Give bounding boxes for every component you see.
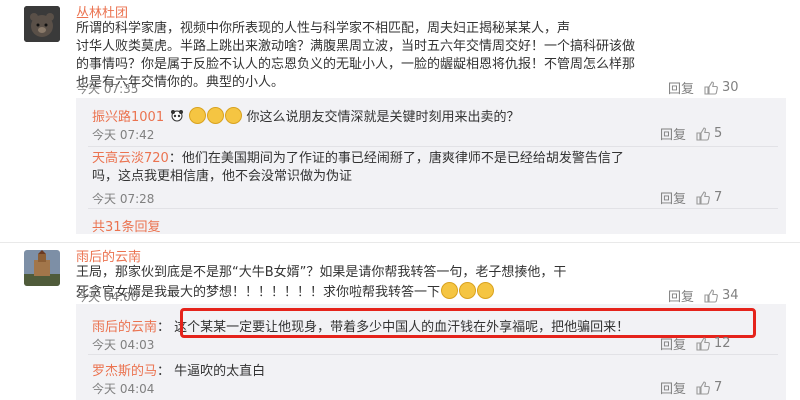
laughing-emoji-icon xyxy=(477,282,495,299)
comment-text-line: 讨华人败类莫虎。半路上跳出来激动啥？满腹黑周立波，当时五六年交情周交好！一个搞科… xyxy=(76,39,636,54)
reply-username[interactable]: 振兴路1001 xyxy=(92,110,164,125)
like-count: 5 xyxy=(714,126,723,141)
timestamp: 今天 07:42 xyxy=(92,128,155,142)
reply-item: 天高云淡720：他们在美国期间为了作证的事已经闹掰了，唐爽律师不是已经给胡发警告… xyxy=(92,150,772,186)
like-count: 7 xyxy=(714,380,723,395)
thumbs-up-icon[interactable] xyxy=(696,190,710,205)
like-count: 34 xyxy=(722,288,739,303)
divider xyxy=(0,242,800,243)
reply-text: 吗，这点我更相信唐，他不会没常识做为伪证 xyxy=(92,169,353,184)
like-count: 12 xyxy=(714,336,731,351)
reply-actions: 回复 7 xyxy=(660,378,722,397)
reply-button[interactable]: 回复 xyxy=(668,78,694,97)
username[interactable]: 雨后的云南 xyxy=(76,246,141,265)
reply-text: 他们在美国期间为了作证的事已经闹掰了，唐爽律师不是已经给胡发警告信了 xyxy=(181,151,624,166)
timestamp: 今天 04:03 xyxy=(92,338,155,352)
thumbs-up-icon[interactable] xyxy=(704,288,718,303)
thumbs-up-icon[interactable] xyxy=(696,336,710,351)
reply-text: 牛逼吹的太直白 xyxy=(174,364,266,379)
comment-actions: 回复 30 xyxy=(668,78,739,97)
comment-actions: 回复 34 xyxy=(668,286,739,305)
avatar[interactable] xyxy=(24,250,60,286)
laughing-emoji-icon xyxy=(441,282,459,299)
divider xyxy=(88,354,778,355)
reply-button[interactable]: 回复 xyxy=(660,378,686,397)
timestamp: 今天 04:04 xyxy=(92,382,155,396)
laughing-emoji-icon xyxy=(189,107,207,124)
laughing-emoji-icon xyxy=(459,282,477,299)
reply-username[interactable]: 罗杰斯的马 xyxy=(92,364,157,379)
comment-text-line: 的事情吗？你是属于反脸不认人的忘恩负义的无耻小人，一脸的龌龊相恩将仇报！不管周怎… xyxy=(76,57,636,72)
reply-button[interactable]: 回复 xyxy=(668,286,694,305)
reply-text: 你这么说朋友交情深就是关键时刻用来出卖的？ xyxy=(246,110,520,125)
comment-text-line: 王局，那家伙到底是不是那“大牛B女婿”？如果是请你帮我转答一句，老子想揍他，干 xyxy=(76,265,567,280)
like-count: 30 xyxy=(722,80,739,95)
reply-actions: 回复 12 xyxy=(660,334,731,353)
comment-text-line: 所谓的科学家唐，视频中你所表现的人性与科学家不相匹配，周夫妇正揭秘某某人，声 xyxy=(76,21,571,36)
reply-item: 振兴路1001 你这么说朋友交情深就是关键时刻用来出卖的？ xyxy=(92,106,520,125)
more-replies-link[interactable]: 共31条回复 xyxy=(92,216,161,235)
avatar-castle-icon xyxy=(24,250,60,286)
laughing-emoji-icon xyxy=(225,107,243,124)
timestamp: 今天 07:35 xyxy=(76,82,139,96)
thumbs-up-icon[interactable] xyxy=(696,380,710,395)
avatar[interactable] xyxy=(24,6,60,42)
divider xyxy=(88,208,778,209)
reply-actions: 回复 5 xyxy=(660,124,722,143)
reply-button[interactable]: 回复 xyxy=(660,188,686,207)
laughing-emoji-icon xyxy=(207,107,225,124)
thumbs-up-icon[interactable] xyxy=(704,80,718,95)
thumbs-up-icon[interactable] xyxy=(696,126,710,141)
reply-username[interactable]: 天高云淡720 xyxy=(92,151,169,166)
reply-item: 罗杰斯的马： 牛逼吹的太直白 xyxy=(92,364,266,379)
avatar-bear-icon xyxy=(24,6,60,42)
reply-actions: 回复 7 xyxy=(660,188,722,207)
timestamp: 今天 07:28 xyxy=(92,192,155,206)
username[interactable]: 丛林杜团 xyxy=(76,2,128,21)
like-count: 7 xyxy=(714,190,723,205)
reply-button[interactable]: 回复 xyxy=(660,334,686,353)
divider xyxy=(88,146,778,147)
reply-button[interactable]: 回复 xyxy=(660,124,686,143)
timestamp: 今天 04:00 xyxy=(76,290,139,304)
reply-username[interactable]: 雨后的云南 xyxy=(92,320,157,335)
panda-icon xyxy=(170,110,184,122)
